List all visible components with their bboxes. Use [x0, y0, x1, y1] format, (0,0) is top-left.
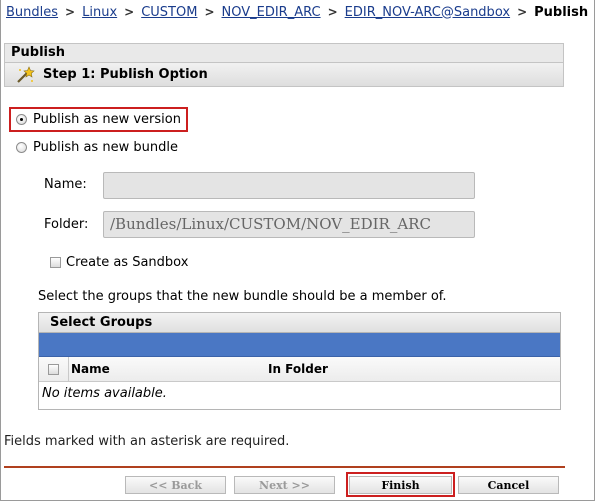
footer-divider: [4, 466, 565, 468]
select-all-checkbox[interactable]: [48, 363, 59, 375]
select-groups-panel: Select Groups Name In Folder No items av…: [38, 312, 561, 410]
breadcrumb-separator: >: [327, 5, 338, 19]
option-new-bundle-label: Publish as new bundle: [33, 140, 178, 155]
breadcrumb-current: Publish: [534, 4, 589, 20]
breadcrumb-linux[interactable]: Linux: [82, 5, 117, 20]
step-title: Step 1: Publish Option: [43, 67, 208, 82]
option-new-version-label: Publish as new version: [33, 112, 181, 127]
groups-empty-message: No items available.: [42, 386, 167, 401]
name-label: Name:: [44, 177, 87, 192]
breadcrumb-nov-edir-arc[interactable]: NOV_EDIR_ARC: [222, 5, 321, 20]
column-name[interactable]: Name: [69, 362, 268, 376]
breadcrumb-separator: >: [204, 5, 215, 19]
radio-new-bundle[interactable]: [16, 142, 27, 153]
groups-table-header: Name In Folder: [39, 357, 560, 382]
panel-title: Publish: [4, 43, 564, 62]
breadcrumb-custom[interactable]: CUSTOM: [141, 5, 197, 20]
select-all-cell: [39, 357, 69, 381]
breadcrumb-separator: >: [65, 5, 76, 19]
folder-field[interactable]: /Bundles/Linux/CUSTOM/NOV_EDIR_ARC: [103, 211, 475, 238]
create-sandbox-label: Create as Sandbox: [66, 255, 189, 270]
back-button[interactable]: << Back: [125, 476, 226, 494]
groups-instruction: Select the groups that the new bundle sh…: [38, 289, 447, 304]
cancel-button[interactable]: Cancel: [458, 476, 559, 494]
name-field[interactable]: [103, 172, 475, 199]
breadcrumb-separator: >: [517, 5, 528, 19]
wizard-wand-icon: [17, 65, 35, 83]
radio-new-version[interactable]: [16, 114, 27, 125]
folder-label: Folder:: [44, 217, 89, 232]
select-groups-title: Select Groups: [39, 313, 560, 333]
groups-toolbar: [39, 333, 560, 357]
breadcrumb-bundles[interactable]: Bundles: [6, 5, 58, 20]
option-new-version[interactable]: Publish as new version: [16, 112, 181, 127]
breadcrumb: Bundles > Linux > CUSTOM > NOV_EDIR_ARC …: [6, 3, 588, 21]
create-sandbox-option[interactable]: Create as Sandbox: [50, 255, 188, 270]
breadcrumb-sandbox-bundle[interactable]: EDIR_NOV-ARC@Sandbox: [345, 5, 510, 20]
create-sandbox-checkbox[interactable]: [50, 257, 61, 268]
next-button[interactable]: Next >>: [234, 476, 335, 494]
step-header: Step 1: Publish Option: [4, 62, 564, 87]
finish-button[interactable]: Finish: [349, 476, 452, 494]
required-fields-note: Fields marked with an asterisk are requi…: [4, 434, 290, 449]
option-new-bundle[interactable]: Publish as new bundle: [16, 140, 178, 155]
breadcrumb-separator: >: [124, 5, 135, 19]
column-in-folder[interactable]: In Folder: [268, 362, 328, 376]
